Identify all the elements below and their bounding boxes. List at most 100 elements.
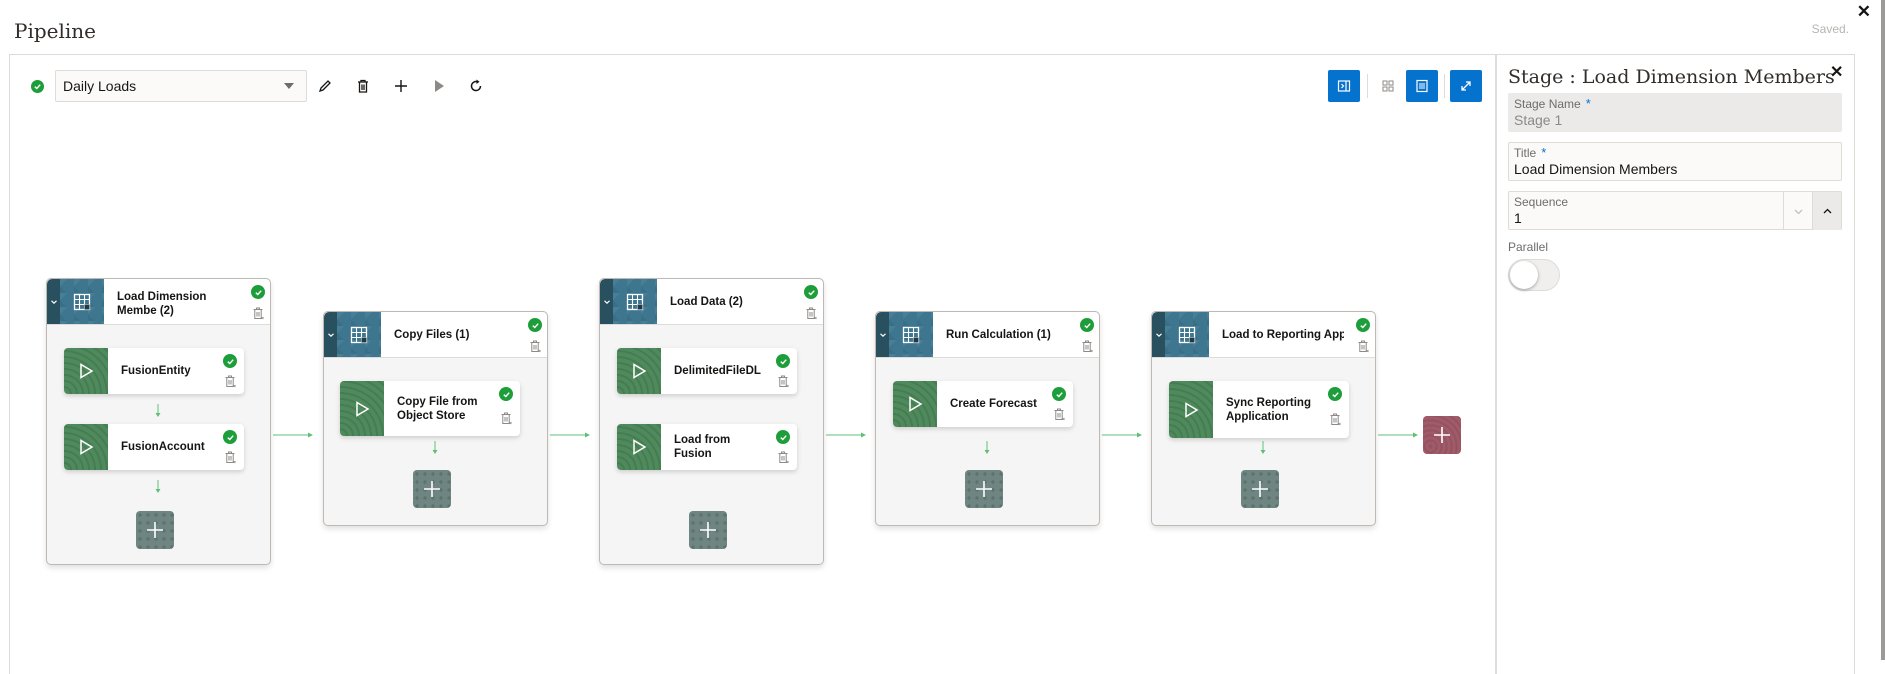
delete-job-icon[interactable] (223, 450, 237, 464)
stage-header[interactable]: Load Data (2) (600, 279, 823, 325)
success-check-icon (499, 387, 513, 401)
job-card[interactable]: Sync Reporting Application (1169, 381, 1349, 438)
list-view-button[interactable] (1406, 70, 1438, 102)
connector-arrow (984, 441, 990, 454)
collapse-button[interactable] (1152, 312, 1165, 357)
plus-icon (974, 479, 994, 499)
delete-job-icon[interactable] (223, 374, 237, 388)
stage-connector-arrow (826, 432, 866, 438)
play-icon (630, 362, 648, 380)
expand-button[interactable] (1450, 70, 1482, 102)
close-icon[interactable]: ✕ (1857, 2, 1871, 22)
success-check-icon (528, 318, 542, 332)
edit-button[interactable] (313, 74, 337, 98)
success-check-icon (776, 354, 790, 368)
sequence-decrement-button[interactable] (1783, 192, 1812, 230)
plus-icon (395, 80, 407, 92)
table-icon (902, 326, 920, 344)
add-button[interactable] (389, 74, 413, 98)
job-card[interactable]: Copy File from Object Store (340, 381, 520, 436)
stage-card[interactable]: Run Calculation (1) Create Forecast (875, 311, 1100, 526)
title-field[interactable]: Title * Load Dimension Members (1508, 142, 1842, 181)
stage-connector-arrow (1378, 432, 1418, 438)
success-check-icon (251, 285, 265, 299)
stage-title: Load Dimension Membe (2) (117, 291, 207, 317)
table-icon (350, 326, 368, 344)
stage-card[interactable]: Load Data (2) DelimitedFileDL Load from … (599, 278, 824, 565)
success-check-icon (223, 354, 237, 368)
toolbar-divider (1367, 74, 1368, 98)
table-icon (626, 293, 644, 311)
stage-header[interactable]: Load Dimension Membe (2) (47, 279, 270, 325)
success-check-icon (776, 430, 790, 444)
add-job-button[interactable] (413, 470, 451, 508)
stage-title: Load to Reporting App ( (1222, 329, 1344, 341)
stage-name-value: Stage 1 (1514, 112, 1563, 128)
chevron-down-icon (1155, 331, 1163, 339)
panel-title: Stage : Load Dimension Members (1508, 66, 1835, 88)
delete-stage-icon[interactable] (251, 306, 265, 320)
scrollbar[interactable] (1881, 0, 1885, 660)
delete-job-icon[interactable] (1052, 407, 1066, 421)
stage-header[interactable]: Copy Files (1) (324, 312, 547, 358)
run-button[interactable] (427, 74, 451, 98)
parallel-toggle[interactable] (1508, 259, 1560, 291)
refresh-button[interactable] (464, 74, 488, 98)
delete-stage-icon[interactable] (1080, 339, 1094, 353)
connector-arrow (432, 441, 438, 454)
add-job-button[interactable] (136, 511, 174, 549)
delete-stage-icon[interactable] (804, 306, 818, 320)
delete-stage-icon[interactable] (1356, 339, 1370, 353)
toolbar-divider (1444, 74, 1445, 98)
close-panel-icon[interactable]: ✕ (1830, 62, 1843, 82)
save-status: Saved. (1811, 22, 1849, 36)
add-stage-button[interactable] (1423, 416, 1461, 454)
stage-header[interactable]: Load to Reporting App ( (1152, 312, 1375, 358)
job-title: FusionAccount (121, 441, 205, 453)
success-check-icon (1052, 387, 1066, 401)
success-check-icon (1328, 387, 1342, 401)
collapse-button[interactable] (324, 312, 337, 357)
pipeline-select[interactable]: Daily Loads (55, 70, 307, 102)
job-title: DelimitedFileDL (674, 365, 761, 377)
delete-job-icon[interactable] (499, 411, 513, 425)
stage-name-field: Stage Name * Stage 1 (1508, 93, 1842, 132)
stage-card[interactable]: Load Dimension Membe (2) FusionEntity Fu… (46, 278, 271, 565)
panel-toggle-icon (1337, 80, 1351, 92)
connector-arrow (1260, 441, 1266, 454)
plus-icon (422, 479, 442, 499)
job-title: FusionEntity (121, 365, 191, 377)
collapse-button[interactable] (876, 312, 889, 357)
add-job-button[interactable] (1241, 470, 1279, 508)
toggle-side-panel-button[interactable] (1328, 70, 1360, 102)
job-card[interactable]: Create Forecast (893, 381, 1073, 427)
job-card[interactable]: Load from Fusion (617, 424, 797, 470)
stage-card[interactable]: Load to Reporting App ( Sync Reporting A… (1151, 311, 1376, 526)
add-job-button[interactable] (689, 511, 727, 549)
sequence-increment-button[interactable] (1812, 192, 1841, 230)
sequence-field[interactable]: Sequence 1 (1508, 191, 1842, 230)
delete-job-icon[interactable] (776, 450, 790, 464)
stage-type-icon (613, 279, 657, 324)
job-card[interactable]: FusionEntity (64, 348, 244, 394)
trash-icon (358, 79, 368, 93)
add-job-button[interactable] (965, 470, 1003, 508)
delete-job-icon[interactable] (776, 374, 790, 388)
job-title: Create Forecast (950, 398, 1037, 410)
plus-icon (1250, 479, 1270, 499)
grid-view-button[interactable] (1372, 70, 1404, 102)
collapse-button[interactable] (47, 279, 60, 324)
collapse-button[interactable] (600, 279, 613, 324)
play-icon (353, 400, 371, 418)
success-check-icon (1080, 318, 1094, 332)
delete-stage-icon[interactable] (528, 339, 542, 353)
title-input[interactable]: Load Dimension Members (1514, 160, 1836, 178)
job-card[interactable]: FusionAccount (64, 424, 244, 470)
stage-card[interactable]: Copy Files (1) Copy File from Object Sto… (323, 311, 548, 526)
chevron-down-icon (50, 298, 58, 306)
delete-pipeline-button[interactable] (351, 74, 375, 98)
job-card[interactable]: DelimitedFileDL (617, 348, 797, 394)
required-icon: * (1585, 96, 1591, 111)
delete-job-icon[interactable] (1328, 412, 1342, 426)
stage-header[interactable]: Run Calculation (1) (876, 312, 1099, 358)
